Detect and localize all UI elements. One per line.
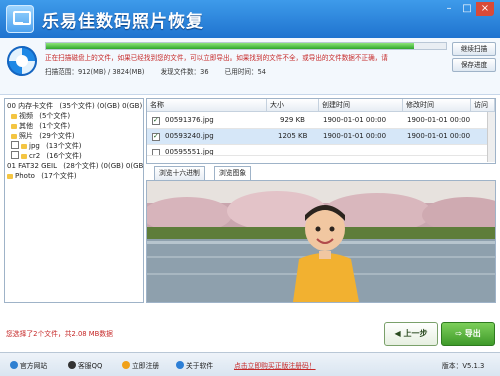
file-name: 00595551.jpg — [165, 148, 214, 156]
folder-icon — [21, 154, 27, 159]
image-preview — [146, 180, 496, 303]
tree-item-photos[interactable]: 照片 (29个文件) — [11, 131, 75, 141]
info-icon — [176, 361, 184, 369]
selection-status: 您选择了2个文件，共2.08 MB数据 — [6, 330, 113, 338]
version-label: 版本：V5.1.3 — [442, 362, 485, 370]
file-name: 00593240.jpg — [165, 132, 214, 140]
tab-image-view[interactable]: 浏览图象 — [214, 166, 252, 181]
file-modified: 1900-01-01 00:00 — [407, 132, 471, 140]
register-label: 立即注册 — [132, 362, 160, 370]
tree-item-label: Photo — [15, 172, 35, 180]
qq-penguin-icon — [68, 361, 76, 369]
continue-scan-button[interactable]: 继续扫描 — [452, 42, 496, 56]
scan-progress-fill — [46, 43, 414, 49]
tree-item-label: 其他 — [19, 122, 33, 130]
folder-icon — [7, 174, 13, 179]
table-row[interactable]: 00593240.jpg 1205 KB 1900-01-01 00:00 19… — [147, 129, 487, 145]
file-modified: 1900-01-01 00:00 — [407, 116, 471, 124]
tree-item-count: (1个文件) — [39, 122, 71, 130]
column-header-size[interactable]: 大小 — [267, 99, 319, 112]
tree-item-count: (16个文件) — [46, 152, 82, 160]
tree-item-label: jpg — [29, 142, 40, 150]
maximize-button[interactable]: □ — [458, 2, 476, 16]
prev-step-label: 上一步 — [403, 329, 428, 338]
globe-icon — [10, 361, 18, 369]
tree-item-count: (29个文件) — [39, 132, 75, 140]
tree-item-count: (35个文件) (0(GB) 0(GB)) — [59, 102, 144, 110]
window-controls: – □ × — [440, 2, 494, 16]
scan-stats: 扫描范围：912(MB) / 3824(MB) 发现文件数：36 已用时间：54 — [45, 66, 280, 76]
tab-hex-view[interactable]: 浏览十六进制 — [154, 166, 205, 181]
tree-item-video[interactable]: 视频 (5个文件) — [11, 111, 70, 121]
file-created: 1900-01-01 00:00 — [323, 116, 387, 124]
tree-item-label: 00 内存卡文件 — [7, 102, 54, 110]
tree-item-other[interactable]: 其他 (1个文件) — [11, 121, 70, 131]
tree-item-label: 01 FAT32 GEIL — [7, 162, 57, 170]
tree-item-memory-card[interactable]: 00 内存卡文件 (35个文件) (0(GB) 0(GB)) — [7, 101, 144, 111]
register-link[interactable]: 立即注册 — [122, 360, 159, 370]
found-count: 发现文件数：36 — [160, 68, 209, 76]
folder-icon — [11, 134, 17, 139]
export-label: 导出 — [464, 329, 481, 338]
file-name: 00591376.jpg — [165, 116, 214, 124]
tree-item-count: (17个文件) — [41, 172, 77, 180]
preview-photo — [147, 181, 495, 302]
file-table: 名称 大小 创建时间 修改时间 访问 00591376.jpg 929 KB 1… — [146, 98, 496, 164]
scan-message: 正在扫描磁盘上的文件，如果已经找到您的文件，可以立即导出。如果找到的文件不全，或… — [45, 54, 388, 62]
support-qq-link[interactable]: 客服QQ — [68, 360, 102, 370]
tree-item-fat32[interactable]: 01 FAT32 GEIL (28个文件) (0(GB) 0(GB)) — [7, 161, 144, 171]
table-row[interactable]: 00591376.jpg 929 KB 1900-01-01 00:00 190… — [147, 113, 487, 129]
checkbox-icon[interactable] — [11, 141, 19, 149]
folder-icon — [11, 124, 17, 129]
prev-step-button[interactable]: ◀ 上一步 — [384, 322, 438, 346]
app-title: 乐易佳数码照片恢复 — [42, 12, 204, 32]
checkbox-icon[interactable] — [152, 113, 160, 128]
table-row[interactable]: 00595551.jpg — [147, 145, 487, 156]
scan-range: 扫描范围：912(MB) / 3824(MB) — [45, 68, 145, 76]
checkbox-icon[interactable] — [152, 149, 160, 155]
official-site-label: 官方网站 — [20, 362, 48, 370]
file-tree: 00 内存卡文件 (35个文件) (0(GB) 0(GB)) 视频 (5个文件)… — [4, 98, 144, 303]
about-link[interactable]: 关于软件 — [176, 360, 213, 370]
tree-item-count: (28个文件) (0(GB) 0(GB)) — [63, 162, 144, 170]
about-label: 关于软件 — [186, 362, 214, 370]
tree-item-count: (13个文件) — [46, 142, 82, 150]
file-size: 929 KB — [280, 116, 305, 124]
export-button[interactable]: ⇨ 导出 — [441, 322, 495, 346]
key-icon — [122, 361, 130, 369]
tree-item-cr2[interactable]: cr2 (16个文件) — [11, 151, 82, 161]
folder-icon — [11, 114, 17, 119]
app-logo-icon — [6, 5, 34, 33]
tree-item-label: cr2 — [29, 152, 41, 160]
elapsed-time: 已用时间：54 — [224, 68, 266, 76]
save-progress-button[interactable]: 保存进度 — [452, 58, 496, 72]
column-header-created[interactable]: 创建时间 — [319, 99, 403, 112]
checkbox-icon[interactable] — [152, 129, 160, 144]
tree-item-jpg[interactable]: jpg (13个文件) — [11, 141, 81, 151]
tree-item-photo[interactable]: Photo (17个文件) — [7, 171, 77, 181]
checkbox-icon[interactable] — [11, 151, 19, 159]
title-bar: 乐易佳数码照片恢复 – □ × — [0, 0, 500, 38]
column-header-modified[interactable]: 修改时间 — [403, 99, 471, 112]
official-site-link[interactable]: 官方网站 — [10, 360, 47, 370]
folder-icon — [21, 144, 27, 149]
export-icon: ⇨ — [455, 329, 465, 338]
column-header-accessed[interactable]: 访问 — [471, 99, 495, 112]
bottom-bar: 官方网站 客服QQ 立即注册 关于软件 点击立即购买正版注册码！ 版本：V5.1… — [0, 352, 500, 376]
scan-icon — [7, 46, 37, 76]
tree-item-label: 照片 — [19, 132, 33, 140]
tree-item-label: 视频 — [19, 112, 33, 120]
buy-license-link[interactable]: 点击立即购买正版注册码！ — [234, 360, 316, 370]
scan-progress-bar — [45, 42, 447, 50]
file-created: 1900-01-01 00:00 — [323, 132, 387, 140]
table-scrollbar[interactable] — [487, 112, 495, 162]
support-qq-label: 客服QQ — [78, 362, 103, 370]
file-size: 1205 KB — [278, 132, 308, 140]
scan-progress-area: 正在扫描磁盘上的文件，如果已经找到您的文件，可以立即导出。如果找到的文件不全，或… — [0, 38, 500, 95]
tree-item-count: (5个文件) — [39, 112, 71, 120]
minimize-button[interactable]: – — [440, 2, 458, 16]
close-button[interactable]: × — [476, 2, 494, 16]
column-header-name[interactable]: 名称 — [147, 99, 267, 112]
